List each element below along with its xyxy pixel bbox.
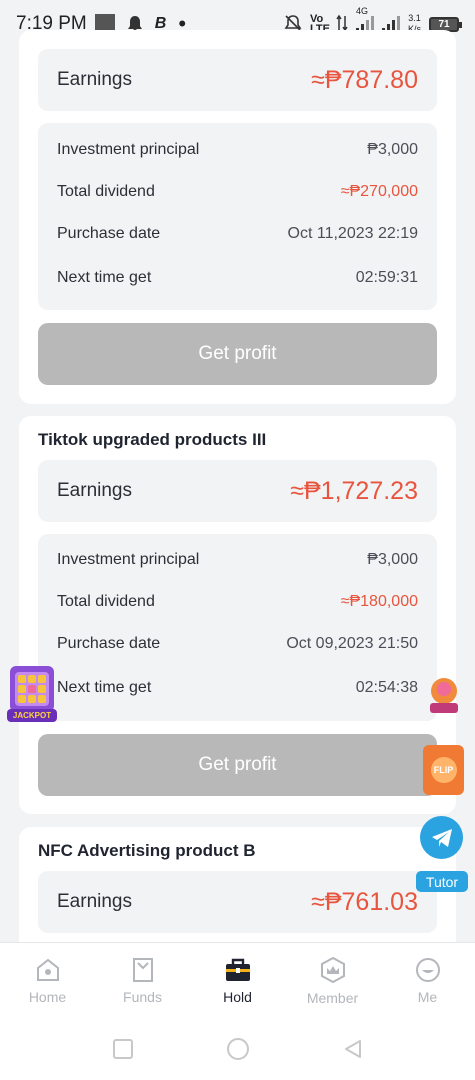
bottom-nav: Home Funds Hold Member Me bbox=[0, 942, 475, 1018]
jackpot-widget[interactable]: JACKPOT bbox=[6, 664, 58, 724]
detail-value: Oct 09,2023 21:50 bbox=[286, 635, 418, 652]
detail-value: ₱3,000 bbox=[367, 551, 418, 568]
profile-face-icon bbox=[415, 957, 440, 982]
nav-me[interactable]: Me bbox=[380, 943, 475, 1018]
earnings-box: Earnings ≈₱1,727.23 bbox=[38, 460, 437, 522]
earnings-value: ≈₱1,727.23 bbox=[290, 476, 418, 505]
details-box: Investment principal ₱3,000 Total divide… bbox=[38, 123, 437, 310]
flip-label: FLIP bbox=[433, 765, 454, 775]
nav-label: Member bbox=[306, 989, 359, 1006]
get-profit-button[interactable]: Get profit bbox=[38, 734, 437, 796]
detail-label: Total dividend bbox=[57, 593, 155, 610]
tutor-button[interactable]: Tutor bbox=[416, 871, 468, 892]
jackpot-label: JACKPOT bbox=[12, 711, 52, 720]
earnings-label: Earnings bbox=[57, 69, 132, 90]
detail-label: Investment principal bbox=[57, 141, 200, 158]
detail-row: Investment principal ₱3,000 bbox=[57, 141, 418, 159]
jackpot-mini-widget[interactable] bbox=[426, 675, 462, 715]
detail-label: Purchase date bbox=[57, 635, 161, 652]
home-circle-icon[interactable] bbox=[226, 1037, 250, 1061]
nav-label: Funds bbox=[123, 988, 162, 1005]
detail-label: Next time get bbox=[57, 679, 152, 696]
nav-label: Me bbox=[417, 988, 438, 1005]
detail-value: ₱3,000 bbox=[367, 141, 418, 158]
recents-icon[interactable] bbox=[112, 1038, 134, 1060]
detail-row: Total dividend ≈₱180,000 bbox=[57, 593, 418, 611]
earnings-value: ≈₱787.80 bbox=[311, 65, 418, 94]
detail-label: Purchase date bbox=[57, 225, 161, 242]
crown-badge-icon bbox=[320, 956, 345, 983]
detail-label: Next time get bbox=[57, 269, 152, 286]
system-nav-bar bbox=[0, 1018, 475, 1080]
home-icon bbox=[36, 958, 59, 981]
detail-value: Oct 11,2023 22:19 bbox=[287, 225, 418, 242]
product-title: NFC Advertising product B bbox=[38, 841, 256, 860]
telegram-button[interactable] bbox=[420, 816, 463, 859]
nav-label: Home bbox=[28, 988, 67, 1005]
nav-funds[interactable]: Funds bbox=[95, 943, 190, 1018]
back-icon[interactable] bbox=[342, 1038, 364, 1060]
holding-card: Earnings ≈₱787.80 Investment principal ₱… bbox=[19, 30, 456, 404]
detail-row: Purchase date Oct 09,2023 21:50 bbox=[57, 635, 418, 653]
earnings-label: Earnings bbox=[57, 480, 132, 501]
detail-row: Purchase date Oct 11,2023 22:19 bbox=[57, 225, 418, 243]
nav-member[interactable]: Member bbox=[285, 943, 380, 1018]
nav-label: Hold bbox=[223, 988, 252, 1005]
product-title: Tiktok upgraded products III bbox=[38, 430, 267, 449]
detail-value: 02:54:38 bbox=[355, 679, 418, 696]
bookmark-icon bbox=[132, 957, 153, 982]
earnings-value: ≈₱761.03 bbox=[311, 887, 418, 916]
detail-row: Total dividend ≈₱270,000 bbox=[57, 183, 418, 201]
nav-hold[interactable]: Hold bbox=[190, 943, 285, 1018]
detail-label: Total dividend bbox=[57, 183, 155, 200]
holding-card: NFC Advertising product B Earnings ≈₱761… bbox=[19, 827, 456, 957]
get-profit-button[interactable]: Get profit bbox=[38, 323, 437, 385]
detail-row: Next time get 02:54:38 bbox=[57, 679, 418, 697]
detail-row: Next time get 02:59:31 bbox=[57, 269, 418, 287]
nav-home[interactable]: Home bbox=[0, 943, 95, 1018]
detail-value: ≈₱180,000 bbox=[340, 593, 418, 610]
earnings-box: Earnings ≈₱787.80 bbox=[38, 49, 437, 111]
detail-value: ≈₱270,000 bbox=[340, 183, 418, 200]
briefcase-icon bbox=[225, 958, 250, 981]
flip-widget[interactable]: FLIP bbox=[423, 745, 464, 795]
tutor-label: Tutor bbox=[425, 873, 459, 890]
earnings-label: Earnings bbox=[57, 891, 132, 912]
details-box: Investment principal ₱3,000 Total divide… bbox=[38, 534, 437, 721]
detail-value: 02:59:31 bbox=[355, 269, 418, 286]
detail-label: Investment principal bbox=[57, 551, 200, 568]
holding-card: Tiktok upgraded products III Earnings ≈₱… bbox=[19, 416, 456, 814]
telegram-icon bbox=[431, 828, 452, 847]
earnings-box: Earnings ≈₱761.03 bbox=[38, 871, 437, 933]
detail-row: Investment principal ₱3,000 bbox=[57, 551, 418, 569]
